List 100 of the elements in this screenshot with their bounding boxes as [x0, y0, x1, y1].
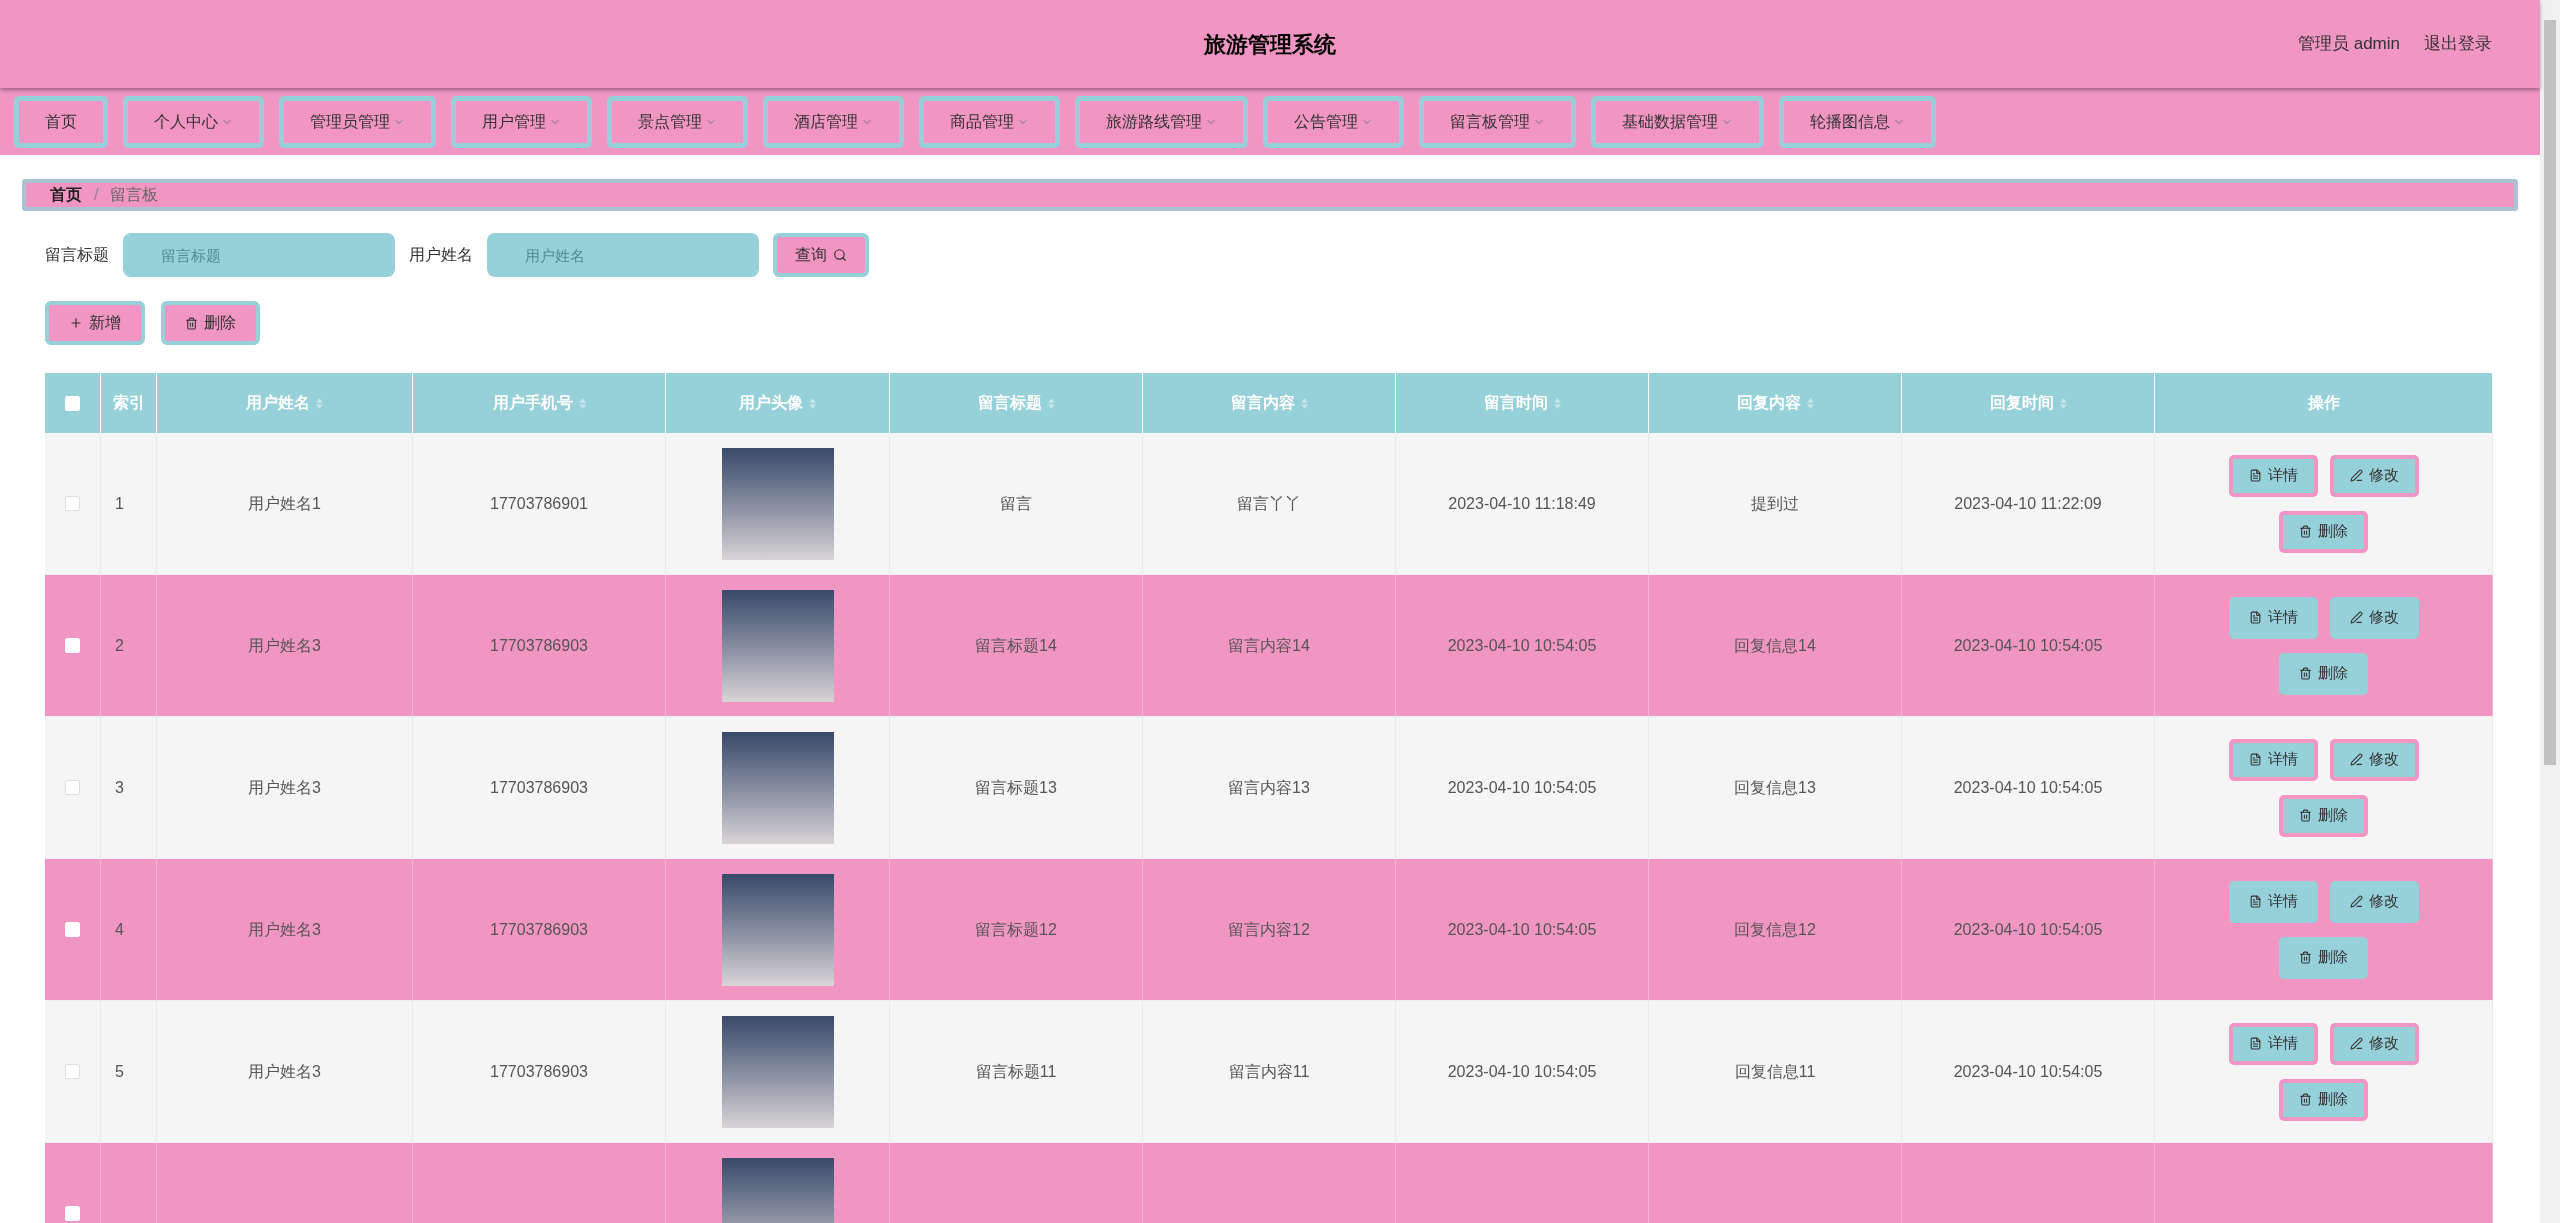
- table-cell-text: 2: [115, 635, 124, 656]
- app-title: 旅游管理系统: [1204, 30, 1336, 59]
- trash-icon: [2299, 809, 2312, 822]
- detail-button[interactable]: 详情: [2228, 738, 2318, 781]
- table-cell-text: 用户姓名3: [248, 1061, 321, 1082]
- table-cell-text: 2023-04-10 10:54:05: [1447, 1061, 1597, 1082]
- logout-link[interactable]: 退出登录: [2424, 31, 2492, 57]
- column-header: 留言内容: [1230, 393, 1295, 413]
- nav-menu-item[interactable]: 管理员管理: [279, 95, 436, 148]
- table-cell-text: 用户姓名1: [248, 493, 321, 514]
- table-cell-text: 用户姓名3: [248, 635, 321, 656]
- plus-icon: [69, 316, 83, 330]
- table-cell-text: 4: [115, 919, 124, 940]
- table-cell-text: 2023-04-10 11:22:09: [1954, 493, 2102, 514]
- field-label: 用户姓名: [409, 245, 473, 265]
- table-cell-text: 17703786903: [490, 777, 588, 798]
- detail-button[interactable]: 详情: [2228, 880, 2318, 923]
- table-cell-text: 17703786903: [490, 635, 588, 656]
- search-field[interactable]: 用户姓名: [487, 233, 759, 277]
- edit-button[interactable]: 修改: [2329, 454, 2419, 497]
- table-cell-text: 5: [115, 1061, 124, 1082]
- table-cell-text: 留言: [1000, 493, 1032, 514]
- table-cell-text: 1: [115, 493, 124, 514]
- column-header: 回复时间: [1989, 393, 2054, 413]
- nav-menu-item[interactable]: 公告管理: [1263, 95, 1404, 148]
- checkbox[interactable]: [65, 1064, 80, 1079]
- detail-button[interactable]: 详情: [2228, 454, 2318, 497]
- document-icon: [2248, 469, 2262, 482]
- delete-button[interactable]: 删除: [161, 301, 260, 345]
- pen-icon: [2349, 469, 2363, 482]
- edit-button[interactable]: 修改: [2329, 880, 2419, 923]
- column-header: 用户手机号: [492, 393, 573, 413]
- search-field[interactable]: 留言标题: [123, 233, 395, 277]
- nav-menu-item[interactable]: 旅游路线管理: [1075, 95, 1248, 148]
- pen-icon: [2349, 611, 2363, 624]
- document-icon: [2248, 611, 2262, 624]
- table-cell-text: 2023-04-10 10:54:05: [1447, 777, 1597, 798]
- delete-button[interactable]: 删除: [2279, 652, 2368, 695]
- table-cell-text: 2023-04-10 10:54:05: [1447, 635, 1597, 656]
- delete-button[interactable]: 删除: [2279, 510, 2368, 553]
- scrollbar[interactable]: [2540, 0, 2560, 1223]
- table-cell-text: 回复信息13: [1734, 777, 1816, 798]
- table-cell-text: 回复信息12: [1734, 919, 1816, 940]
- delete-button[interactable]: 删除: [2279, 1078, 2368, 1121]
- table-cell-text: 2023-04-10 10:54:05: [1953, 635, 2103, 656]
- trash-icon: [2299, 667, 2312, 680]
- pen-icon: [2349, 753, 2363, 766]
- table-cell-text: 留言标题13: [975, 777, 1057, 798]
- nav-menu-item[interactable]: 酒店管理: [763, 95, 904, 148]
- table-cell-text: 17703786901: [490, 493, 588, 514]
- table-cell-text: 2023-04-10 10:54:05: [1953, 919, 2103, 940]
- table-cell-text: 提到过: [1751, 493, 1799, 514]
- delete-button[interactable]: 删除: [2279, 794, 2368, 837]
- nav-menu-item[interactable]: 留言板管理: [1419, 95, 1576, 148]
- breadcrumb-link[interactable]: 首页: [50, 183, 82, 207]
- document-icon: [2248, 753, 2262, 766]
- table-cell-text: 17703786903: [490, 919, 588, 940]
- trash-icon: [2299, 1093, 2312, 1106]
- nav-menu-item[interactable]: 个人中心: [123, 95, 264, 148]
- detail-button[interactable]: 详情: [2228, 1022, 2318, 1065]
- edit-button[interactable]: 修改: [2329, 596, 2419, 639]
- nav-menu-item[interactable]: 用户管理: [451, 95, 592, 148]
- column-header: 用户姓名: [246, 393, 310, 413]
- table-cell-text: 2023-04-10 11:18:49: [1448, 493, 1596, 514]
- column-header: 用户头像: [739, 393, 803, 413]
- field-label: 留言标题: [45, 245, 109, 265]
- table-cell-text: 留言内容11: [1228, 1061, 1310, 1082]
- edit-button[interactable]: 修改: [2329, 1022, 2419, 1065]
- checkbox[interactable]: [65, 780, 80, 795]
- document-icon: [2248, 1037, 2262, 1050]
- column-header: 留言标题: [977, 393, 1042, 413]
- table-cell-text: 2023-04-10 10:54:05: [1953, 777, 2103, 798]
- nav-menu-item[interactable]: 轮播图信息: [1779, 95, 1936, 148]
- nav-menu-item[interactable]: 商品管理: [919, 95, 1060, 148]
- column-header: 操作: [2307, 393, 2340, 413]
- table-cell-text: 留言标题12: [975, 919, 1057, 940]
- nav-menu-item[interactable]: 景点管理: [607, 95, 748, 148]
- table-cell-text: 17703786903: [490, 1061, 588, 1082]
- add-button[interactable]: 新增: [45, 301, 145, 345]
- column-header: 索引: [112, 393, 145, 413]
- search-button[interactable]: 查询: [773, 233, 869, 277]
- table-cell-text: 回复信息14: [1734, 635, 1816, 656]
- detail-button[interactable]: 详情: [2228, 596, 2318, 639]
- trash-icon: [2299, 525, 2312, 538]
- table-cell-text: 留言丫丫: [1237, 493, 1301, 514]
- trash-icon: [185, 316, 198, 330]
- table-cell-text: 2023-04-10 10:54:05: [1953, 1061, 2103, 1082]
- nav-menu-item[interactable]: 基础数据管理: [1591, 95, 1764, 148]
- delete-button[interactable]: 删除: [2279, 936, 2368, 979]
- pen-icon: [2349, 1037, 2363, 1050]
- nav-menu-item[interactable]: 首页: [14, 95, 108, 148]
- table-cell-text: 3: [115, 777, 124, 798]
- table-cell-text: 留言内容12: [1228, 919, 1310, 940]
- table-cell-text: 留言内容13: [1228, 777, 1310, 798]
- breadcrumb-separator: /: [94, 185, 99, 205]
- table-cell-text: 回复信息11: [1734, 1061, 1816, 1082]
- checkbox[interactable]: [65, 496, 80, 511]
- table-cell-text: 用户姓名3: [248, 919, 321, 940]
- edit-button[interactable]: 修改: [2329, 738, 2419, 781]
- search-icon: [833, 248, 847, 262]
